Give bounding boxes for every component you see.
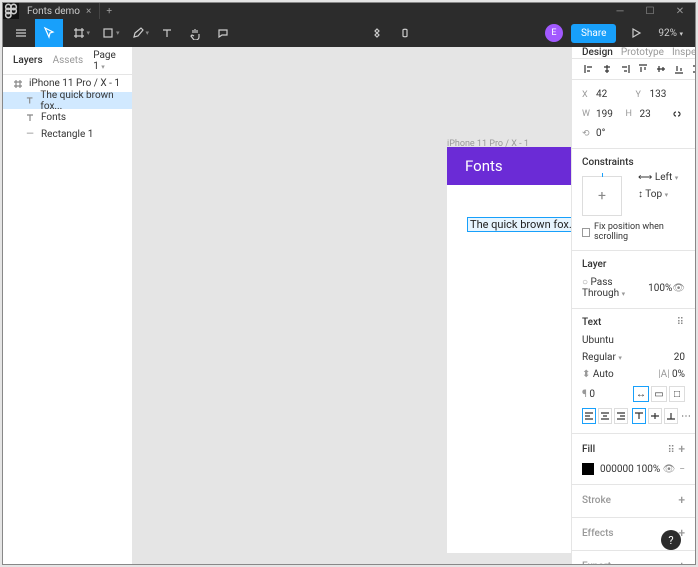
x-field[interactable]: 42 bbox=[596, 89, 607, 100]
layer-text-fonts[interactable]: Fonts bbox=[3, 109, 132, 126]
present-button[interactable] bbox=[622, 19, 650, 47]
design-tab[interactable]: Design bbox=[582, 47, 613, 58]
constraint-v[interactable]: ↕ Top ▾ bbox=[638, 189, 678, 200]
rect-layer-icon: — bbox=[25, 130, 35, 140]
text-align-left-icon[interactable] bbox=[582, 408, 596, 424]
maximize-button[interactable]: ☐ bbox=[635, 3, 665, 19]
rotation-icon: ⟲ bbox=[582, 129, 592, 139]
hand-tool[interactable] bbox=[181, 19, 209, 47]
text-layer-icon bbox=[25, 113, 35, 123]
fill-visibility-icon[interactable]: 👁 bbox=[663, 464, 676, 475]
assets-tab[interactable]: Assets bbox=[53, 55, 84, 66]
letter-spacing[interactable]: |A| 0% bbox=[658, 369, 685, 380]
layers-panel: Layers Assets Page 1 ▾ iPhone 11 Pro / X… bbox=[3, 47, 133, 564]
visibility-icon[interactable]: 👁 bbox=[672, 283, 685, 294]
line-height[interactable]: ⬍ Auto bbox=[582, 369, 614, 380]
fill-hex[interactable]: 000000 bbox=[600, 464, 634, 475]
title-bar: Fonts demo × + ─ ☐ ✕ bbox=[3, 3, 695, 19]
menu-button[interactable] bbox=[7, 19, 35, 47]
constraint-h[interactable]: ⟷ Left ▾ bbox=[638, 172, 678, 183]
frame-tool[interactable] bbox=[65, 19, 93, 47]
page-selector[interactable]: Page 1 ▾ bbox=[93, 50, 122, 72]
font-weight[interactable]: Regular ▾ bbox=[582, 352, 622, 363]
blend-mode[interactable]: ○ Pass Through ▾ bbox=[582, 277, 648, 299]
text-align-center-icon[interactable] bbox=[598, 408, 612, 424]
inspect-tab[interactable]: Inspect bbox=[672, 47, 695, 58]
fix-position-checkbox[interactable] bbox=[582, 228, 590, 237]
constraints-title: Constraints bbox=[572, 155, 695, 172]
file-tab[interactable]: Fonts demo × bbox=[19, 3, 100, 19]
header-rectangle[interactable]: Fonts bbox=[447, 147, 571, 185]
align-hcenter-icon[interactable] bbox=[600, 61, 614, 77]
add-tab-button[interactable]: + bbox=[100, 6, 118, 17]
align-vcenter-icon[interactable] bbox=[654, 61, 668, 77]
figma-logo-icon[interactable] bbox=[3, 3, 19, 19]
align-right-icon[interactable] bbox=[618, 61, 632, 77]
align-bottom-icon[interactable] bbox=[672, 61, 686, 77]
header-text: Fonts bbox=[465, 157, 503, 175]
align-left-icon[interactable] bbox=[582, 61, 596, 77]
canvas[interactable]: iPhone 11 Pro / X - 1 Fonts The quick br… bbox=[133, 47, 571, 564]
zoom-level[interactable]: 92% ▾ bbox=[650, 28, 691, 39]
layer-rectangle[interactable]: — Rectangle 1 bbox=[3, 126, 132, 143]
help-button[interactable]: ? bbox=[661, 530, 681, 550]
text-options-icon[interactable]: ⠿ bbox=[677, 317, 685, 328]
inspector-panel: Design Prototype Inspect X42 Y133 W1 bbox=[571, 47, 695, 564]
components-icon[interactable] bbox=[363, 19, 391, 47]
align-top-icon[interactable] bbox=[636, 61, 650, 77]
move-tool[interactable] bbox=[35, 19, 63, 47]
link-wh-icon[interactable] bbox=[669, 106, 685, 122]
constraint-widget[interactable]: + bbox=[582, 176, 622, 216]
user-avatar[interactable]: E bbox=[545, 24, 563, 42]
distribute-icon[interactable] bbox=[690, 61, 695, 77]
h-field[interactable]: 23 bbox=[640, 109, 651, 120]
fill-swatch[interactable] bbox=[582, 463, 594, 475]
auto-height-icon[interactable]: ▭ bbox=[651, 386, 667, 402]
close-window-button[interactable]: ✕ bbox=[665, 3, 695, 19]
pen-tool[interactable] bbox=[124, 19, 152, 47]
fixed-size-icon[interactable]: □ bbox=[669, 386, 685, 402]
fill-style-icon[interactable]: ⠿ bbox=[668, 445, 676, 456]
layer-section-title: Layer bbox=[572, 257, 695, 274]
window-controls: ─ ☐ ✕ bbox=[605, 3, 695, 19]
valign-top-icon[interactable] bbox=[632, 408, 646, 424]
layers-tab[interactable]: Layers bbox=[13, 55, 43, 66]
layer-opacity[interactable]: 100% bbox=[648, 283, 672, 294]
font-size[interactable]: 20 bbox=[674, 352, 685, 363]
add-fill-icon[interactable]: + bbox=[678, 442, 685, 456]
add-stroke-icon[interactable]: + bbox=[678, 493, 685, 507]
w-field[interactable]: 199 bbox=[596, 109, 613, 120]
share-button[interactable]: Share bbox=[571, 24, 616, 43]
minimize-button[interactable]: ─ bbox=[605, 3, 635, 19]
text-tool[interactable] bbox=[153, 19, 181, 47]
y-field[interactable]: 133 bbox=[650, 89, 667, 100]
remove-fill-icon[interactable]: − bbox=[679, 464, 685, 475]
text-layer-icon bbox=[25, 96, 34, 106]
add-export-icon[interactable]: + bbox=[678, 559, 685, 564]
prototype-tab[interactable]: Prototype bbox=[621, 47, 664, 58]
layer-text-selected[interactable]: The quick brown fox... bbox=[3, 92, 132, 109]
valign-bottom-icon[interactable] bbox=[664, 408, 678, 424]
more-text-options-icon[interactable]: ⋯ bbox=[680, 408, 692, 424]
artboard[interactable]: Fonts The quick brown fox... bbox=[447, 147, 571, 553]
mask-icon[interactable] bbox=[391, 19, 419, 47]
shape-tool[interactable] bbox=[94, 19, 122, 47]
font-family[interactable]: Ubuntu bbox=[582, 335, 614, 346]
selected-text-layer[interactable]: The quick brown fox... bbox=[467, 217, 571, 232]
frame-icon bbox=[13, 79, 23, 89]
rotation-field[interactable]: 0° bbox=[596, 128, 605, 139]
valign-middle-icon[interactable] bbox=[648, 408, 662, 424]
comment-tool[interactable] bbox=[209, 19, 237, 47]
fill-opacity[interactable]: 100% bbox=[636, 464, 660, 475]
text-align-right-icon[interactable] bbox=[614, 408, 628, 424]
auto-width-icon[interactable]: ↔ bbox=[633, 386, 649, 402]
toolbar: ▾ ▾ ▾ ▾ E Share 92% ▾ bbox=[3, 19, 695, 47]
paragraph-spacing[interactable]: ¶ 0 bbox=[582, 389, 595, 400]
file-tab-name: Fonts demo bbox=[27, 6, 80, 17]
close-tab-icon[interactable]: × bbox=[86, 6, 91, 17]
